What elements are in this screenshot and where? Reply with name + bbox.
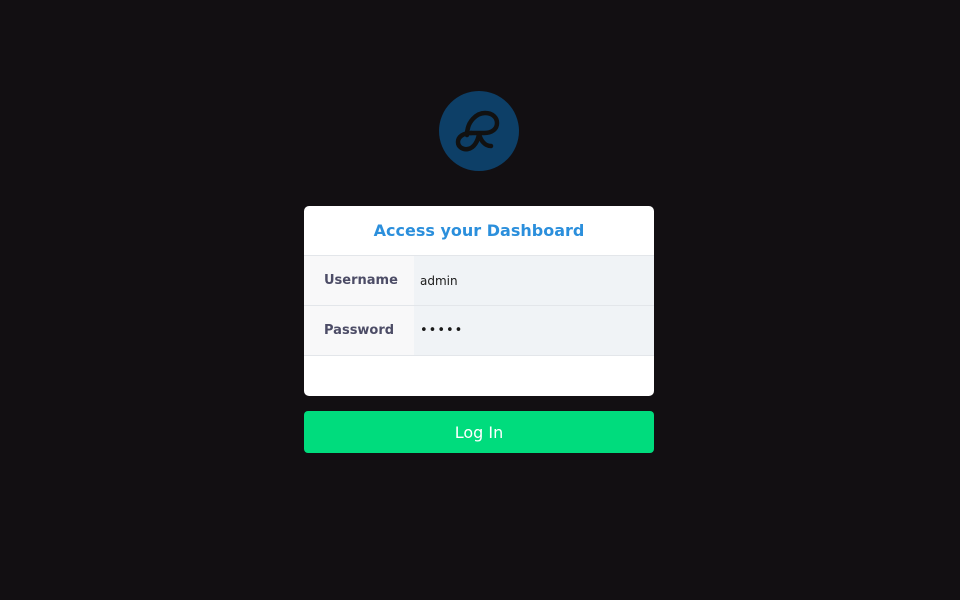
login-card: Access your Dashboard Username Password [304,206,654,396]
brand-loop-icon [455,110,500,152]
login-page: Access your Dashboard Username Password … [0,0,960,600]
username-input[interactable] [414,256,654,305]
brand-logo [439,91,519,171]
password-row: Password [304,306,654,356]
username-label: Username [304,256,414,305]
password-label: Password [304,306,414,355]
username-row: Username [304,256,654,306]
login-button[interactable]: Log In [304,411,654,453]
password-input[interactable] [414,306,654,355]
card-title: Access your Dashboard [304,206,654,256]
